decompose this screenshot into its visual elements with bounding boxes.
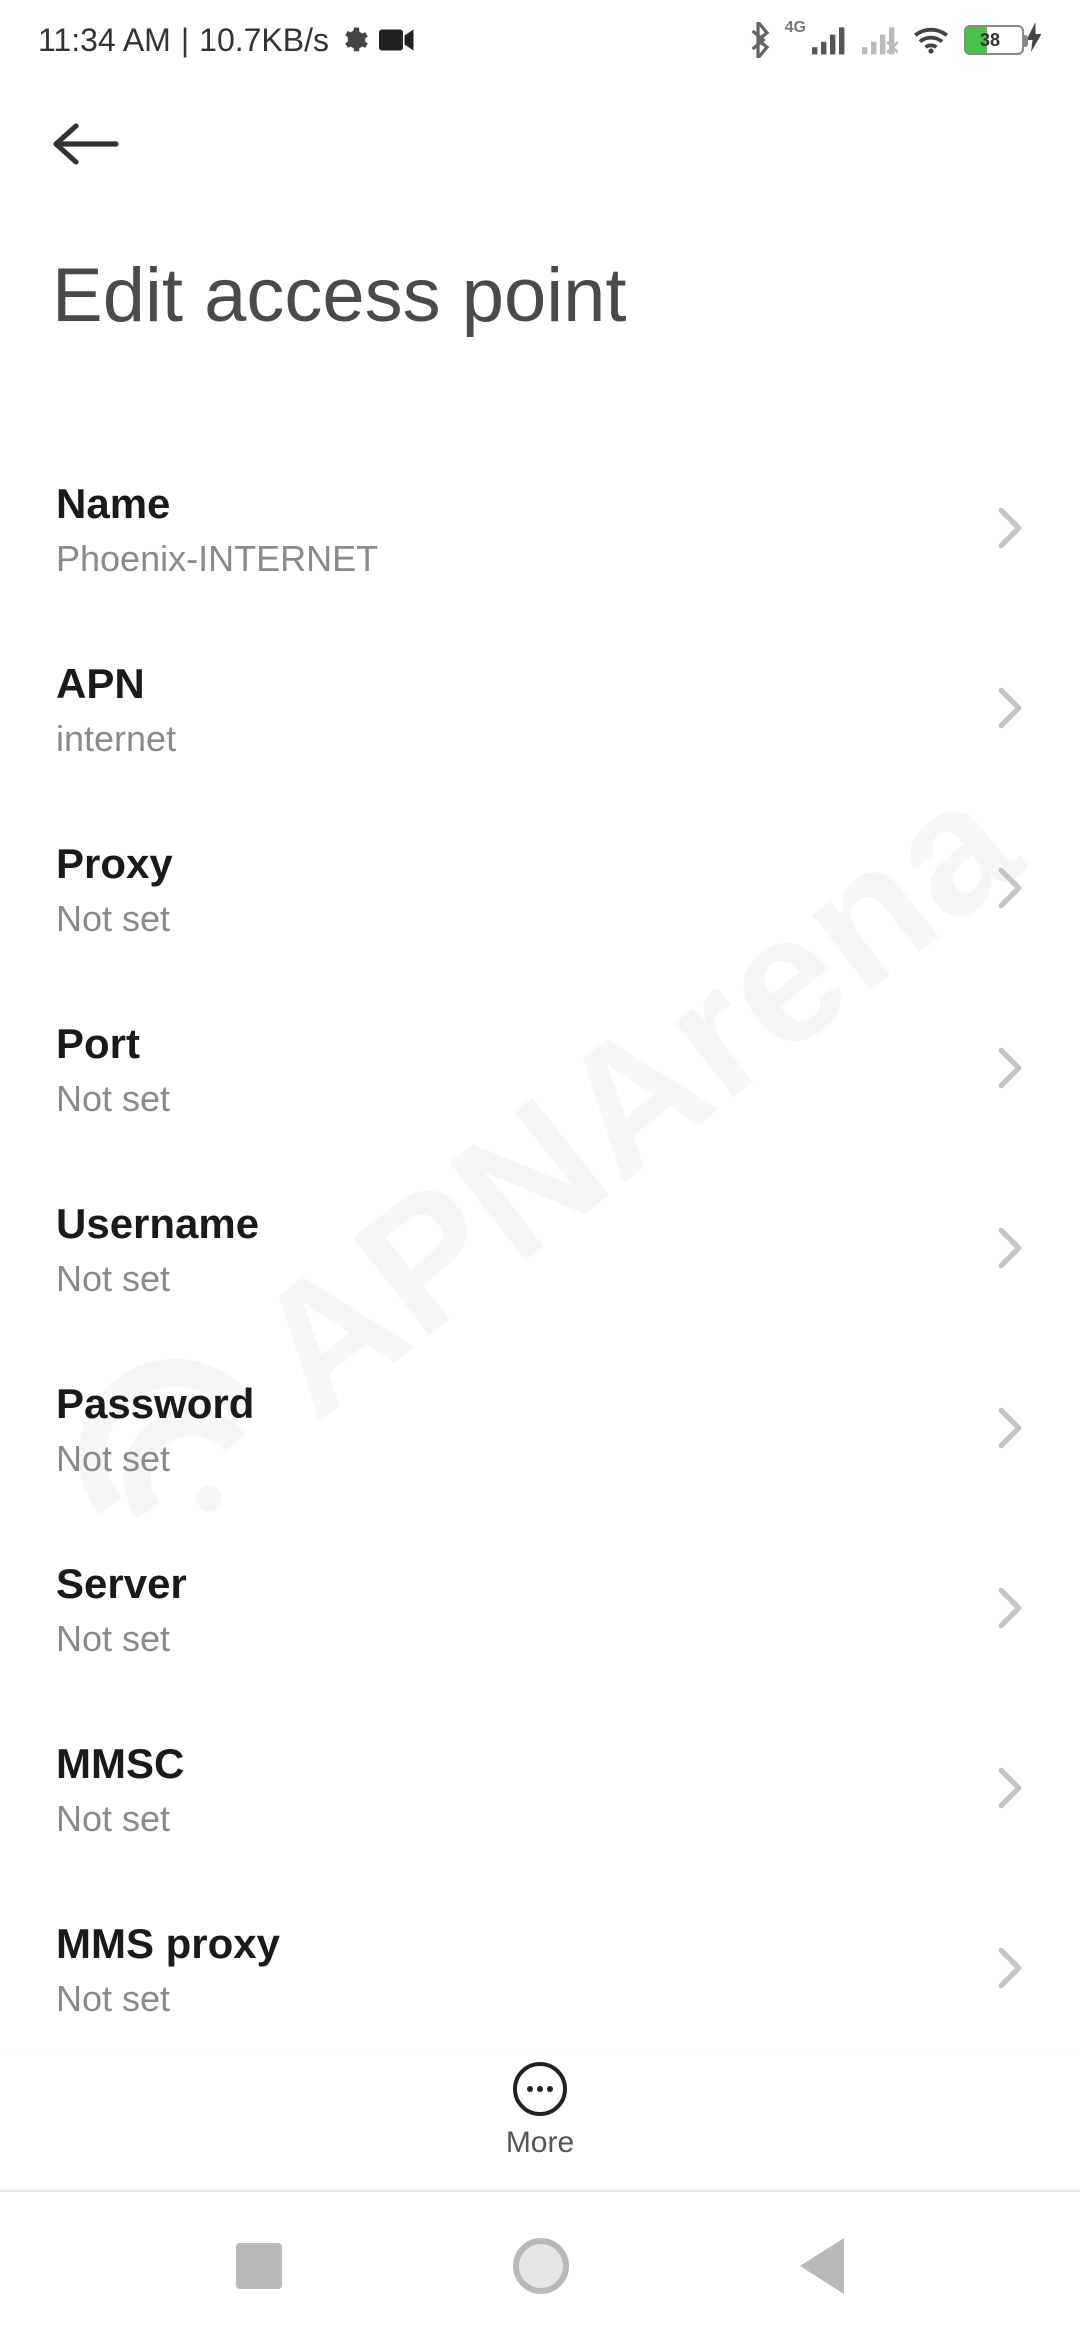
row-label: Username (56, 1200, 996, 1248)
row-label: Proxy (56, 840, 996, 888)
chevron-right-icon (996, 1946, 1024, 1995)
row-value: internet (56, 718, 996, 760)
more-label: More (506, 2126, 574, 2160)
battery-indicator: 38 (964, 22, 1042, 59)
row-server[interactable]: Server Not set (0, 1520, 1080, 1700)
row-label: MMSC (56, 1740, 996, 1788)
back-button[interactable] (52, 155, 124, 172)
battery-level: 38 (962, 30, 1018, 51)
status-net-speed: 10.7KB/s (199, 22, 329, 59)
row-value: Not set (56, 1618, 996, 1660)
row-label: MMS proxy (56, 1920, 996, 1968)
chevron-right-icon (996, 1226, 1024, 1275)
chevron-right-icon (996, 686, 1024, 735)
row-proxy[interactable]: Proxy Not set (0, 800, 1080, 980)
bottom-action-bar: More (0, 2050, 1080, 2170)
status-separator: | (181, 22, 189, 59)
row-label: APN (56, 660, 996, 708)
row-value: Not set (56, 1798, 996, 1840)
row-password[interactable]: Password Not set (0, 1340, 1080, 1520)
row-value: Not set (56, 898, 996, 940)
signal-strong-icon (812, 25, 848, 55)
row-label: Password (56, 1380, 996, 1428)
wifi-icon (912, 25, 950, 55)
chevron-right-icon (996, 1766, 1024, 1815)
network-badge: 4G (785, 19, 806, 37)
chevron-right-icon (996, 1586, 1024, 1635)
row-value: Not set (56, 1438, 996, 1480)
row-name[interactable]: Name Phoenix-INTERNET (0, 440, 1080, 620)
charging-icon (1026, 22, 1042, 59)
settings-list: Name Phoenix-INTERNET APN internet Proxy… (0, 440, 1080, 2050)
nav-back-button[interactable] (800, 2238, 844, 2294)
chevron-right-icon (996, 1406, 1024, 1455)
chevron-right-icon (996, 866, 1024, 915)
row-username[interactable]: Username Not set (0, 1160, 1080, 1340)
row-value: Not set (56, 1078, 996, 1120)
page-title: Edit access point (52, 252, 627, 339)
nav-recent-button[interactable] (236, 2243, 282, 2289)
row-label: Name (56, 480, 996, 528)
row-value: Phoenix-INTERNET (56, 538, 996, 580)
signal-none-icon (862, 25, 898, 55)
row-apn[interactable]: APN internet (0, 620, 1080, 800)
chevron-right-icon (996, 506, 1024, 555)
row-mmsc[interactable]: MMSC Not set (0, 1700, 1080, 1880)
row-mms-proxy[interactable]: MMS proxy Not set (0, 1880, 1080, 2050)
chevron-right-icon (996, 1046, 1024, 1095)
nav-home-button[interactable] (513, 2238, 569, 2294)
system-nav-bar (0, 2190, 1080, 2340)
camera-icon (379, 27, 415, 53)
row-label: Server (56, 1560, 996, 1608)
status-time: 11:34 AM (38, 22, 171, 59)
row-label: Port (56, 1020, 996, 1068)
more-icon (513, 2062, 567, 2116)
more-button[interactable]: More (506, 2062, 574, 2160)
row-value: Not set (56, 1258, 996, 1300)
status-bar: 11:34 AM | 10.7KB/s 4G 38 (0, 0, 1080, 80)
row-value: Not set (56, 1978, 996, 2020)
row-port[interactable]: Port Not set (0, 980, 1080, 1160)
bluetooth-icon (745, 22, 771, 58)
gear-icon (339, 25, 369, 55)
